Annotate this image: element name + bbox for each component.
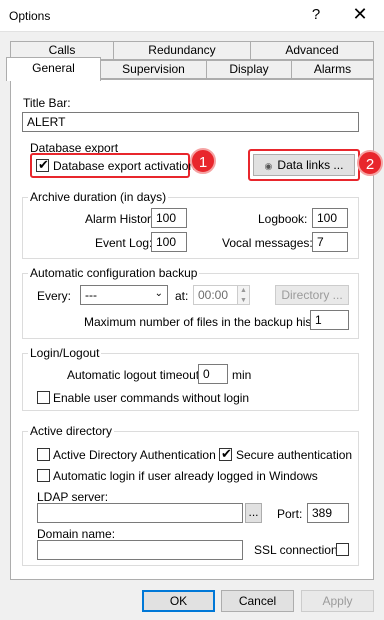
chevron-down-icon: ⌄ — [154, 288, 163, 299]
every-dropdown[interactable]: --- ⌄ — [80, 285, 168, 305]
data-links-button[interactable]: ◉ Data links ... — [253, 154, 355, 176]
time-spinner[interactable]: ▲ ▼ — [237, 286, 249, 304]
ssl-checkbox[interactable] — [336, 543, 349, 556]
title-bar: Options ? ✕ — [0, 0, 384, 32]
logout-timeout-unit: min — [232, 368, 252, 382]
backup-title: Automatic configuration backup — [28, 266, 200, 280]
login-title: Login/Logout — [28, 346, 102, 360]
window-title: Options — [9, 9, 51, 23]
tab-alarms[interactable]: Alarms — [291, 60, 374, 79]
data-links-label: Data links ... — [277, 158, 344, 172]
spin-down-icon: ▼ — [240, 297, 247, 304]
tab-general[interactable]: General — [6, 57, 101, 81]
ldap-server-input[interactable] — [37, 503, 243, 523]
ad-auth-label: Active Directory Authentication — [53, 448, 216, 462]
at-time-input[interactable]: 00:00 ▲ ▼ — [193, 285, 250, 305]
at-time-value: 00:00 — [198, 288, 229, 302]
port-input[interactable]: 389 — [307, 503, 349, 523]
ldap-label: LDAP server: — [37, 490, 109, 504]
backup-group — [22, 273, 359, 339]
tab-supervision[interactable]: Supervision — [100, 60, 207, 79]
auto-login-checkbox[interactable] — [37, 469, 50, 482]
tab-advanced[interactable]: Advanced — [250, 41, 374, 60]
every-label: Every: — [37, 289, 72, 303]
alarm-history-label: Alarm History: — [85, 212, 161, 226]
max-files-input[interactable]: 1 — [310, 310, 349, 330]
ad-auth-checkbox[interactable] — [37, 448, 50, 461]
no-login-checkbox[interactable] — [37, 391, 50, 404]
callout-badge-2: 2 — [357, 150, 383, 176]
logout-timeout-input[interactable]: 0 — [198, 364, 228, 384]
checkmark-icon: ✔ — [38, 157, 49, 172]
active-directory-title: Active directory — [28, 424, 115, 438]
ssl-label: SSL connection — [254, 543, 338, 557]
alarm-history-input[interactable]: 100 — [151, 208, 187, 228]
database-export-activation-label: Database export activation — [53, 159, 196, 173]
help-button[interactable]: ? — [306, 6, 326, 26]
ldap-browse-button[interactable]: ... — [245, 503, 262, 523]
domain-name-label: Domain name: — [37, 527, 116, 541]
event-log-input[interactable]: 100 — [151, 232, 187, 252]
vocal-messages-label: Vocal messages: — [222, 236, 313, 250]
every-value: --- — [85, 288, 97, 302]
event-log-label: Event Log: — [95, 236, 153, 250]
cancel-button[interactable]: Cancel — [221, 590, 294, 612]
secure-auth-label: Secure authentication — [236, 448, 353, 462]
link-icon: ◉ — [264, 161, 273, 171]
close-button[interactable]: ✕ — [349, 4, 371, 26]
tab-display[interactable]: Display — [206, 60, 292, 79]
logout-timeout-label: Automatic logout timeout: — [67, 368, 203, 382]
ok-button[interactable]: OK — [142, 590, 215, 612]
auto-login-label: Automatic login if user already logged i… — [53, 469, 318, 483]
max-files-label: Maximum number of files in the backup hi… — [84, 315, 335, 329]
secure-auth-checkbox[interactable]: ✔ — [219, 446, 232, 461]
apply-button[interactable]: Apply — [301, 590, 374, 612]
port-label: Port: — [277, 507, 303, 521]
title-bar-label: Title Bar: — [23, 96, 71, 110]
checkmark-icon: ✔ — [221, 446, 232, 461]
archive-title: Archive duration (in days) — [28, 190, 169, 204]
logbook-input[interactable]: 100 — [312, 208, 348, 228]
domain-name-input[interactable] — [37, 540, 243, 560]
directory-button[interactable]: Directory ... — [275, 285, 349, 305]
at-label: at: — [175, 289, 189, 303]
callout-badge-1: 1 — [190, 148, 216, 174]
logbook-label: Logbook: — [258, 212, 308, 226]
tab-redundancy[interactable]: Redundancy — [113, 41, 251, 60]
database-export-activation-checkbox[interactable]: ✔ — [36, 157, 49, 172]
title-bar-input[interactable]: ALERT — [22, 112, 359, 132]
vocal-messages-input[interactable]: 7 — [312, 232, 348, 252]
no-login-label: Enable user commands without login — [53, 391, 250, 405]
